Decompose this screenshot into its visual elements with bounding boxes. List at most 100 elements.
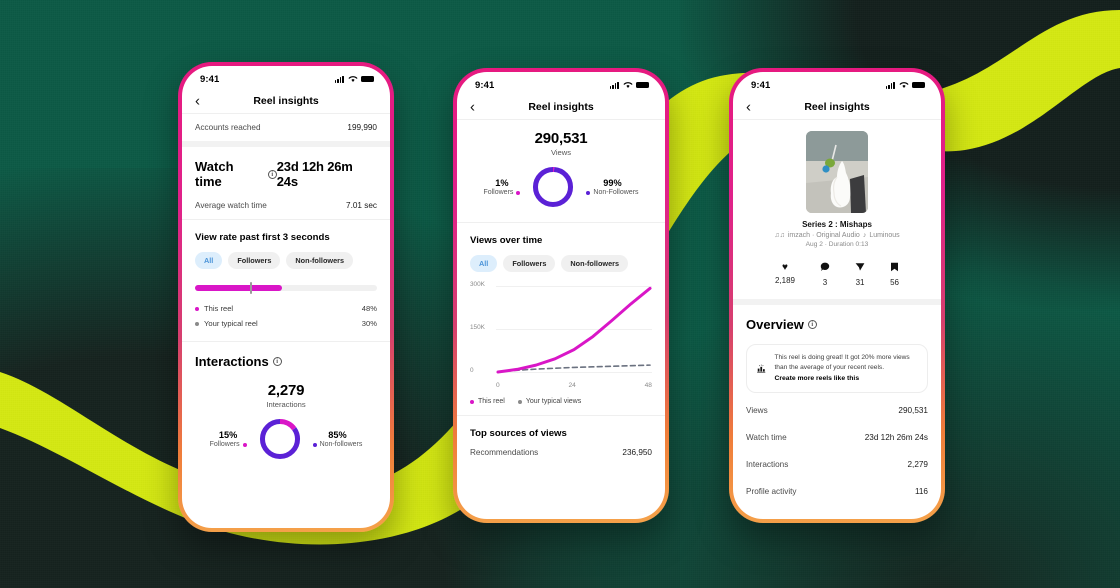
phone1-content: Accounts reached 199,990 Watch time i 23… [182,114,390,528]
views-followers-side: 1% Followers [483,178,521,196]
views-sublabel: Views [550,148,572,157]
stat-saves[interactable]: 56 [890,262,899,287]
accounts-reached-row[interactable]: Accounts reached 199,990 [195,114,377,141]
interactions-donut-area: 15% Followers 85% Non-followers [195,416,377,462]
reel-thumbnail-ice-cream[interactable] [806,131,868,213]
chip-followers[interactable]: Followers [228,252,281,269]
top-sources-row-recommendations: Recommendations 236,950 [470,439,652,466]
status-bar: 9:41 [182,66,390,88]
overview-label-interactions: Interactions [746,459,789,469]
interactions-followers-pct: 15% [218,430,238,440]
battery-full-icon [636,81,649,89]
phone-mockup-1: 9:41 ‹ Reel insights Accounts reached 19… [178,62,394,532]
x-tick-24: 24 [568,382,576,389]
bar-tick-typical-reel [249,282,252,294]
stat-likes-value: 2,189 [774,276,796,285]
chip-all[interactable]: All [470,255,498,272]
overview-value-interactions: 2,279 [907,459,929,469]
chart-legend: This reel Your typical views [470,389,652,405]
views-number: 290,531 [534,130,588,147]
interactions-number: 2,279 [267,382,305,399]
stat-likes[interactable]: ♥ 2,189 [775,262,795,287]
views-followers-pct: 1% [495,178,509,188]
share-icon [855,262,865,276]
reel-music-name: Luminous [869,232,900,239]
stat-saves-value: 56 [890,278,899,287]
interactions-header: Interactions i [195,342,377,372]
legend-typical-reel: Your typical reel 30% [195,316,377,331]
legend-this-reel: This reel 48% [195,301,377,316]
overview-row-interactions[interactable]: Interactions 2,279 [746,451,928,478]
music-note-icon: ♪ [862,232,867,239]
legend-dot-this-reel [195,306,199,311]
interactions-section: Interactions i 2,279 Interactions 15% Fo… [182,342,390,474]
phone3-content: Series 2 : Mishaps ♫♫ imzach · Original … [733,120,941,519]
legend-dot-typical-reel [195,321,199,326]
status-time: 9:41 [751,79,771,91]
legend-dot-nonfollowers [312,442,317,447]
cellular-bars-icon [334,75,344,83]
info-circle-icon[interactable]: i [272,357,282,366]
nav-bar: ‹ Reel insights [733,94,941,120]
info-circle-icon[interactable]: i [267,169,277,179]
interactions-nonfollowers-side: 85% Non-followers [312,430,362,448]
legend-value-this-reel: 48% [361,304,377,313]
views-donut-chart [533,166,574,208]
status-bar: 9:41 [733,72,941,94]
reel-meta: ♫♫ imzach · Original Audio ♪ Luminous [774,232,899,239]
legend-dot-followers [516,190,521,195]
y-tick-300k: 300K [470,281,485,288]
chip-followers[interactable]: Followers [503,255,556,272]
chip-non-followers[interactable]: Non-followers [286,252,354,269]
back-chevron-left-icon[interactable]: ‹ [470,99,475,114]
accounts-reached-section: Accounts reached 199,990 [182,114,390,141]
wifi-icon [899,82,908,88]
view-rate-bar [195,282,377,294]
stat-comments[interactable]: 3 [820,262,830,287]
back-chevron-left-icon[interactable]: ‹ [746,99,751,114]
views-line-chart: 300K 150K 0 [470,281,652,380]
info-circle-icon[interactable]: i [807,320,817,329]
back-chevron-left-icon[interactable]: ‹ [195,93,200,108]
overview-header: Overview i [746,305,928,335]
views-followers-label: Followers [483,189,514,196]
thumbnail-artwork [806,131,868,213]
reel-title: Series 2 : Mishaps [802,220,872,229]
interactions-donut-chart [259,418,300,460]
chip-all[interactable]: All [195,252,223,269]
cellular-bars-icon [885,81,895,89]
cellular-bars-icon [609,81,619,89]
view-rate-section: View rate past first 3 seconds All Follo… [182,220,390,341]
heart-icon: ♥ [782,262,788,273]
interactions-title-text: Interactions [195,354,269,369]
overview-row-profile-activity[interactable]: Profile activity 116 [746,478,928,505]
overview-row-views[interactable]: Views 290,531 [746,397,928,424]
status-icons [609,81,649,89]
page-title: Reel insights [804,100,870,113]
views-over-time-section: Views over time All Followers Non-follow… [457,223,665,415]
stat-shares[interactable]: 31 [855,262,865,287]
legend-label-typical-reel: Your typical reel [204,319,258,328]
wifi-icon [623,82,632,88]
chart-legend-label-this-reel: This reel [478,398,505,405]
chip-non-followers[interactable]: Non-followers [561,255,629,272]
interactions-followers-label: Followers [209,441,240,448]
overview-section: Overview i This reel is doing great! It … [733,305,941,505]
views-nonfollowers-label: Non-Followers [593,189,639,196]
overview-tip-cta[interactable]: Create more reels like this [774,374,918,384]
view-rate-title: View rate past first 3 seconds [195,232,330,243]
average-watch-time-row: Average watch time 7.01 sec [195,192,377,219]
interactions-nonfollowers-pct: 85% [328,430,347,440]
overview-tip-card[interactable]: This reel is doing great! It got 20% mor… [746,344,928,393]
overview-value-watch-time: 23d 12h 26m 24s [864,432,928,442]
bookmark-icon [890,262,899,276]
views-nonfollowers-pct: 99% [603,178,622,188]
reel-date: Aug 2 · Duration 0:13 [805,241,869,248]
views-donut-area: 1% Followers 99% Non-Followers [470,164,652,210]
overview-label-views: Views [746,405,768,415]
average-watch-time-value: 7.01 sec [346,201,377,210]
battery-full-icon [912,81,925,89]
wifi-icon [348,76,357,82]
stat-shares-value: 31 [855,278,865,287]
overview-row-watch-time[interactable]: Watch time 23d 12h 26m 24s [746,424,928,451]
